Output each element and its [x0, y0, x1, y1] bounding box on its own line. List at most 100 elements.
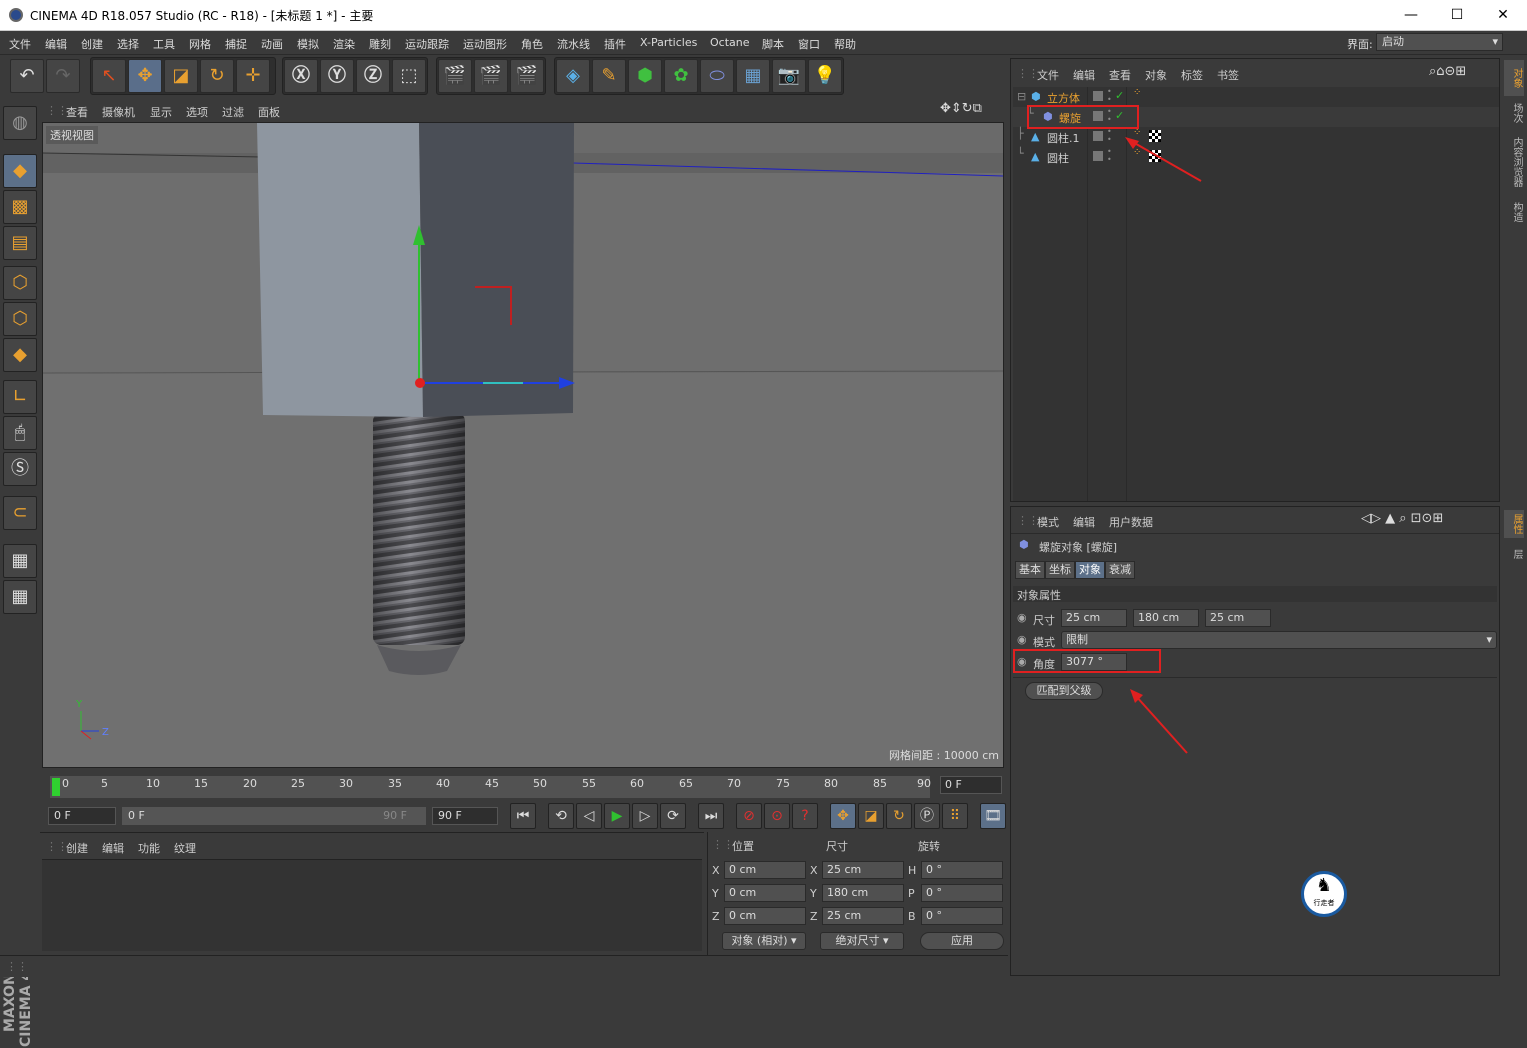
material-menu-function[interactable]: 功能 [138, 840, 160, 856]
prev-frame-button[interactable]: ◁ [576, 803, 602, 829]
object-name-cylinder[interactable]: 圆柱 [1047, 150, 1069, 166]
array-button[interactable]: ✿ [664, 59, 698, 93]
move-tool-button[interactable]: ✥ [128, 59, 162, 93]
z-axis-button[interactable]: Ⓩ [356, 59, 390, 93]
key-position-button[interactable]: ✥ [830, 803, 856, 829]
menu-help[interactable]: 帮助 [834, 36, 856, 52]
menu-pipeline[interactable]: 流水线 [557, 36, 590, 52]
camera-button[interactable]: 📷 [772, 59, 806, 93]
locked-workplane-button[interactable]: ▦ [3, 544, 37, 578]
drag-handle-icon[interactable]: ⋮⋮ [46, 840, 68, 853]
object-menu-bookmarks[interactable]: 书签 [1217, 67, 1239, 83]
side-tab-structure[interactable]: 构造 [1504, 198, 1524, 226]
phong-tag-icon[interactable]: ⁘ [1133, 87, 1141, 98]
frame-range-slider[interactable]: 0 F 90 F [122, 807, 426, 825]
menu-simulate[interactable]: 模拟 [297, 36, 319, 52]
drag-handle-icon[interactable]: ⋮⋮ [1017, 67, 1039, 80]
attr-menu-userdata[interactable]: 用户数据 [1109, 514, 1153, 530]
rot-h-field[interactable]: 0 ° [921, 861, 1003, 879]
scale-tool-button[interactable]: ◪ [164, 59, 198, 93]
object-row-cylinder[interactable]: └ ▲ 圆柱 • • ⁘ [1013, 147, 1499, 167]
layer-icon[interactable] [1093, 91, 1103, 101]
key-pla-button[interactable]: ⠿ [942, 803, 968, 829]
polygons-mode-button[interactable]: ◆ [3, 338, 37, 372]
y-axis-button[interactable]: Ⓨ [320, 59, 354, 93]
size-z-field[interactable]: 25 cm [822, 907, 904, 925]
object-list[interactable]: ⊟ ⬢ 立方体 • • ✓ ⁘ └ ⬢ 螺旋 • • ✓ ├ ▲ 圆柱.1 • • ⁘ [1013, 87, 1499, 501]
edges-mode-button[interactable]: ⬡ [3, 302, 37, 336]
subdivision-button[interactable]: ⬢ [628, 59, 662, 93]
key-parameter-button[interactable]: Ⓟ [914, 803, 940, 829]
menu-create[interactable]: 创建 [81, 36, 103, 52]
pos-z-field[interactable]: 0 cm [724, 907, 806, 925]
tab-coordinates[interactable]: 坐标 [1045, 561, 1075, 579]
live-select-button[interactable]: ↖ [92, 59, 126, 93]
menu-animate[interactable]: 动画 [261, 36, 283, 52]
menu-window[interactable]: 窗口 [798, 36, 820, 52]
undo-button[interactable]: ↶ [10, 59, 44, 93]
side-tab-takes[interactable]: 场次 [1504, 100, 1524, 126]
size-y-field[interactable]: 180 cm [822, 884, 904, 902]
object-menu-tags[interactable]: 标签 [1181, 67, 1203, 83]
menu-render[interactable]: 渲染 [333, 36, 355, 52]
drag-handle-icon[interactable]: ⋮⋮ [46, 104, 68, 117]
object-name-cylinder-1[interactable]: 圆柱.1 [1047, 130, 1080, 146]
size-x-field[interactable]: 25 cm [822, 861, 904, 879]
menu-sculpt[interactable]: 雕刻 [369, 36, 391, 52]
menu-file[interactable]: 文件 [9, 36, 31, 52]
goto-end-button[interactable]: ⏭ [698, 803, 724, 829]
current-frame-field[interactable]: 0 F [940, 776, 1002, 794]
viewport-menu-options[interactable]: 选项 [186, 104, 208, 120]
helix-size-x-field[interactable]: 25 cm [1061, 609, 1127, 627]
tweak-mode-button[interactable]: 🖱 [3, 416, 37, 450]
pos-y-field[interactable]: 0 cm [724, 884, 806, 902]
viewport-menu-display[interactable]: 显示 [150, 104, 172, 120]
viewport-menu-panel[interactable]: 面板 [258, 104, 280, 120]
texture-mode-button[interactable]: ▩ [3, 190, 37, 224]
snap-button[interactable]: Ⓢ [3, 452, 37, 486]
object-menu-view[interactable]: 查看 [1109, 67, 1131, 83]
viewport-nav-icons[interactable]: ✥⇕↻⧉ [940, 101, 982, 116]
cube-object-button[interactable]: ◈ [556, 59, 590, 93]
enabled-check-icon[interactable]: ✓ [1115, 89, 1124, 102]
size-mode-dropdown[interactable]: 绝对尺寸 ▾ [820, 932, 904, 950]
key-scale-button[interactable]: ◪ [858, 803, 884, 829]
menu-xparticles[interactable]: X-Particles [640, 36, 697, 49]
render-picture-viewer-button[interactable]: 🎬 [474, 59, 508, 93]
playhead[interactable] [52, 778, 60, 796]
timeline-bar[interactable]: 0 5 10 15 20 25 30 35 40 45 50 55 60 65 … [50, 776, 931, 798]
timeline-window-button[interactable]: 🎞 [980, 803, 1006, 829]
drag-handle-icon[interactable]: ⋮⋮ [712, 838, 734, 851]
object-manager-tools-icons[interactable]: ⌕⌂⊝⊞ [1429, 64, 1466, 79]
menu-edit[interactable]: 编辑 [45, 36, 67, 52]
render-view-button[interactable]: 🎬 [438, 59, 472, 93]
light-button[interactable]: 💡 [808, 59, 842, 93]
close-button[interactable]: ✕ [1480, 0, 1526, 31]
menu-script[interactable]: 脚本 [762, 36, 784, 52]
material-list[interactable] [42, 859, 702, 951]
visibility-dots-icon[interactable]: • • [1107, 148, 1112, 164]
attr-menu-edit[interactable]: 编辑 [1073, 514, 1095, 530]
object-menu-edit[interactable]: 编辑 [1073, 67, 1095, 83]
object-row-cube[interactable]: ⊟ ⬢ 立方体 • • ✓ ⁘ [1013, 87, 1499, 107]
attr-menu-mode[interactable]: 模式 [1037, 514, 1059, 530]
viewport-menu-view[interactable]: 查看 [66, 104, 88, 120]
redo-button[interactable]: ↷ [46, 59, 80, 93]
menu-mograph[interactable]: 运动图形 [463, 36, 507, 52]
next-frame-button[interactable]: ▷ [632, 803, 658, 829]
coordinate-system-button[interactable]: ⬚ [392, 59, 426, 93]
pen-spline-button[interactable]: ✎ [592, 59, 626, 93]
drag-handle-icon[interactable]: ⋮⋮ [1017, 514, 1039, 527]
menu-character[interactable]: 角色 [521, 36, 543, 52]
menu-mesh[interactable]: 网格 [189, 36, 211, 52]
autokey-button[interactable]: ⊙ [764, 803, 790, 829]
menu-plugins[interactable]: 插件 [604, 36, 626, 52]
visibility-dots-icon[interactable]: • • [1107, 128, 1112, 144]
side-tab-content-browser[interactable]: 内容浏览器 [1504, 130, 1524, 194]
workplane-button[interactable]: ▤ [3, 226, 37, 260]
floor-button[interactable]: ▦ [736, 59, 770, 93]
record-button[interactable]: ⊘ [736, 803, 762, 829]
x-axis-button[interactable]: Ⓧ [284, 59, 318, 93]
rot-b-field[interactable]: 0 ° [921, 907, 1003, 925]
menu-snap[interactable]: 捕捉 [225, 36, 247, 52]
